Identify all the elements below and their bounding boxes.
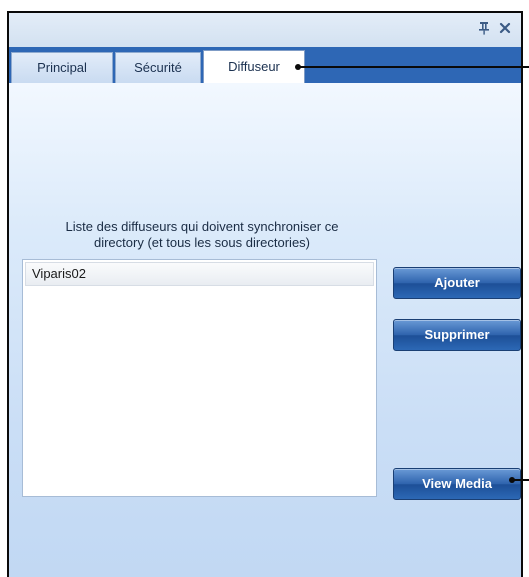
diffuseur-panel: Principal Sécurité Diffuseur Liste des d… — [7, 11, 523, 577]
remove-button[interactable]: Supprimer — [393, 319, 521, 351]
tab-securite-label: Sécurité — [134, 60, 182, 75]
panel-titlebar — [9, 13, 521, 48]
pin-icon-svg — [479, 22, 489, 35]
callout-line-view-media — [512, 479, 529, 481]
tab-securite[interactable]: Sécurité — [115, 52, 201, 83]
description-line-2: directory (et tous les sous directories) — [93, 235, 311, 250]
list-item[interactable]: Viparis02 — [25, 262, 374, 286]
pin-icon[interactable] — [476, 21, 492, 37]
tab-principal-label: Principal — [37, 60, 87, 75]
close-icon[interactable] — [497, 21, 513, 37]
callout-line-tab — [298, 66, 529, 68]
add-button[interactable]: Ajouter — [393, 267, 521, 299]
view-media-button[interactable]: View Media — [393, 468, 521, 500]
tab-diffuseur[interactable]: Diffuseur — [203, 50, 305, 83]
diffuseurs-description: Liste des diffuseurs qui doivent synchro… — [19, 219, 385, 251]
tab-strip: Principal Sécurité Diffuseur — [9, 47, 521, 83]
diffuseurs-listbox[interactable]: Viparis02 — [22, 259, 377, 497]
tab-principal[interactable]: Principal — [11, 52, 113, 83]
screenshot-frame: Principal Sécurité Diffuseur Liste des d… — [0, 0, 529, 577]
description-line-1: Liste des diffuseurs qui doivent synchro… — [65, 219, 339, 234]
close-icon-svg — [499, 22, 511, 34]
tab-diffuseur-label: Diffuseur — [228, 59, 280, 74]
tab-content: Liste des diffuseurs qui doivent synchro… — [9, 83, 521, 577]
